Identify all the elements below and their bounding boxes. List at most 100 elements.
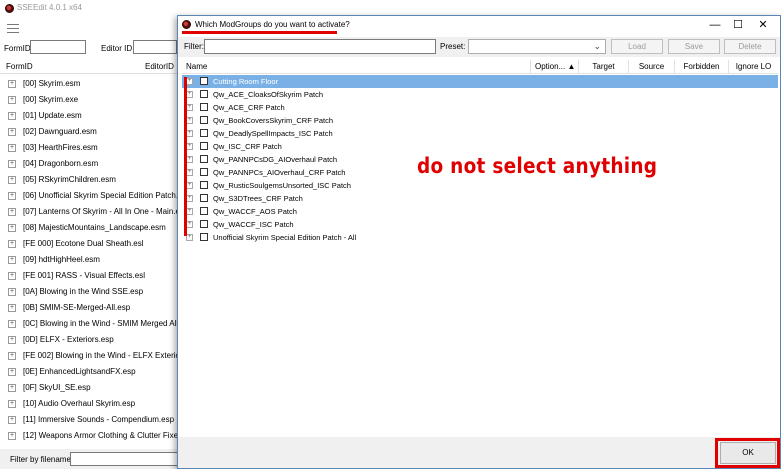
expand-icon[interactable]: + xyxy=(186,78,193,85)
modgroup-row[interactable]: + Qw_ISC_CRF Patch xyxy=(182,140,778,153)
modgroup-row[interactable]: + Unofficial Skyrim Special Edition Patch… xyxy=(182,231,778,244)
preset-select[interactable]: ⌄ xyxy=(468,39,606,54)
close-button[interactable]: ✕ xyxy=(752,18,774,32)
form-id-input[interactable] xyxy=(30,40,86,54)
plugin-tree-row[interactable]: + [12] Weapons Armor Clothing & Clutter F… xyxy=(0,428,200,444)
expand-icon[interactable]: + xyxy=(8,208,16,216)
modgroup-row[interactable]: + Qw_WACCF_ISC Patch xyxy=(182,218,778,231)
plugin-tree-row[interactable]: + [11] Immersive Sounds - Compendium.esp xyxy=(0,412,200,428)
save-button[interactable]: Save xyxy=(668,39,720,54)
plugin-tree-row[interactable]: + [0B] SMIM-SE-Merged-All.esp xyxy=(0,300,200,316)
maximize-button[interactable]: ☐ xyxy=(727,18,749,32)
filename-filter-input[interactable] xyxy=(70,452,180,466)
plugin-tree-row[interactable]: + [0E] EnhancedLightsandFX.esp xyxy=(0,364,200,380)
expand-icon[interactable]: + xyxy=(186,169,193,176)
expand-icon[interactable]: + xyxy=(8,224,16,232)
plugin-tree-row[interactable]: + [0F] SkyUI_SE.esp xyxy=(0,380,200,396)
plugin-tree-row[interactable]: + [0A] Blowing in the Wind SSE.esp xyxy=(0,284,200,300)
plugin-tree-row[interactable]: + [01] Update.esm xyxy=(0,108,200,124)
plugin-tree-row[interactable]: + [0D] ELFX - Exteriors.esp xyxy=(0,332,200,348)
minimize-button[interactable]: — xyxy=(704,18,726,32)
column-formid[interactable]: FormID xyxy=(6,62,33,71)
modgroup-row[interactable]: + Qw_S3DTrees_CRF Patch xyxy=(182,192,778,205)
expand-icon[interactable]: + xyxy=(8,304,16,312)
expand-icon[interactable]: + xyxy=(8,96,16,104)
column-options[interactable]: Option... ▲ xyxy=(530,60,578,74)
expand-icon[interactable]: + xyxy=(8,240,16,248)
modgroup-checkbox[interactable] xyxy=(200,220,208,228)
plugin-tree-row[interactable]: + [00] Skyrim.esm xyxy=(0,76,200,92)
plugin-tree-row[interactable]: + [03] HearthFires.esm xyxy=(0,140,200,156)
modgroup-checkbox[interactable] xyxy=(200,103,208,111)
expand-icon[interactable]: + xyxy=(8,144,16,152)
expand-icon[interactable]: + xyxy=(8,432,16,440)
plugin-tree-row[interactable]: + [07] Lanterns Of Skyrim - All In One - … xyxy=(0,204,200,220)
plugin-tree-row[interactable]: + [08] MajesticMountains_Landscape.esm xyxy=(0,220,200,236)
expand-icon[interactable]: + xyxy=(186,117,193,124)
column-ignore-lo[interactable]: Ignore LO xyxy=(728,60,778,74)
expand-icon[interactable]: + xyxy=(8,160,16,168)
plugin-tree-row[interactable]: + [0C] Blowing in the Wind - SMIM Merged … xyxy=(0,316,200,332)
load-button[interactable]: Load xyxy=(611,39,663,54)
plugin-tree-row[interactable]: + [FE 001] RASS - Visual Effects.esl xyxy=(0,268,200,284)
expand-icon[interactable]: + xyxy=(8,272,16,280)
modgroup-row[interactable]: + Cutting Room Floor xyxy=(182,75,778,88)
modgroup-row[interactable]: + Qw_ACE_CRF Patch xyxy=(182,101,778,114)
modgroup-row[interactable]: + Qw_BookCoversSkyrim_CRF Patch xyxy=(182,114,778,127)
expand-icon[interactable]: + xyxy=(8,336,16,344)
expand-icon[interactable]: + xyxy=(8,400,16,408)
column-forbidden[interactable]: Forbidden xyxy=(674,60,728,74)
expand-icon[interactable]: + xyxy=(186,130,193,137)
modgroup-checkbox[interactable] xyxy=(200,168,208,176)
column-target[interactable]: Target xyxy=(578,60,628,74)
modgroup-checkbox[interactable] xyxy=(200,194,208,202)
plugin-tree-row[interactable]: + [06] Unofficial Skyrim Special Edition … xyxy=(0,188,200,204)
expand-icon[interactable]: + xyxy=(8,416,16,424)
expand-icon[interactable]: + xyxy=(186,104,193,111)
plugin-tree-row[interactable]: + [00] Skyrim.exe xyxy=(0,92,200,108)
plugin-tree-row[interactable]: + [FE 000] Ecotone Dual Sheath.esl xyxy=(0,236,200,252)
plugin-tree-row[interactable]: + [02] Dawnguard.esm xyxy=(0,124,200,140)
modgroup-checkbox[interactable] xyxy=(200,142,208,150)
plugin-tree-row[interactable]: + [05] RSkyrimChildren.esm xyxy=(0,172,200,188)
modgroup-row[interactable]: + Qw_ACE_CloaksOfSkyrim Patch xyxy=(182,88,778,101)
expand-icon[interactable]: + xyxy=(186,182,193,189)
plugin-tree-row[interactable]: + [FE 002] Blowing in the Wind - ELFX Ext… xyxy=(0,348,200,364)
ok-button[interactable]: OK xyxy=(720,442,776,464)
modgroup-row[interactable]: + Qw_RusticSoulgemsUnsorted_ISC Patch xyxy=(182,179,778,192)
expand-icon[interactable]: + xyxy=(8,112,16,120)
delete-button[interactable]: Delete xyxy=(724,39,776,54)
column-source[interactable]: Source xyxy=(628,60,674,74)
expand-icon[interactable]: + xyxy=(186,208,193,215)
expand-icon[interactable]: + xyxy=(186,143,193,150)
menu-icon[interactable] xyxy=(7,24,19,34)
expand-icon[interactable]: + xyxy=(8,192,16,200)
plugin-tree-row[interactable]: + [10] Audio Overhaul Skyrim.esp xyxy=(0,396,200,412)
modgroup-row[interactable]: + Qw_DeadlySpellImpacts_ISC Patch xyxy=(182,127,778,140)
modgroup-checkbox[interactable] xyxy=(200,90,208,98)
expand-icon[interactable]: + xyxy=(186,91,193,98)
expand-icon[interactable]: + xyxy=(8,352,16,360)
expand-icon[interactable]: + xyxy=(8,128,16,136)
column-editorid[interactable]: EditorID xyxy=(145,62,174,71)
expand-icon[interactable]: + xyxy=(8,384,16,392)
modgroup-checkbox[interactable] xyxy=(200,77,208,85)
plugin-tree-row[interactable]: + [04] Dragonborn.esm xyxy=(0,156,200,172)
filter-input[interactable] xyxy=(204,39,436,54)
expand-icon[interactable]: + xyxy=(8,176,16,184)
modgroup-checkbox[interactable] xyxy=(200,116,208,124)
plugin-tree-row[interactable]: + [09] hdtHighHeel.esm xyxy=(0,252,200,268)
expand-icon[interactable]: + xyxy=(186,234,193,241)
modgroup-checkbox[interactable] xyxy=(200,233,208,241)
editor-id-input[interactable] xyxy=(133,40,177,54)
modgroup-checkbox[interactable] xyxy=(200,155,208,163)
expand-icon[interactable]: + xyxy=(186,156,193,163)
expand-icon[interactable]: + xyxy=(8,320,16,328)
expand-icon[interactable]: + xyxy=(8,256,16,264)
modgroup-row[interactable]: + Qw_WACCF_AOS Patch xyxy=(182,205,778,218)
column-name[interactable]: Name xyxy=(182,60,530,74)
expand-icon[interactable]: + xyxy=(186,195,193,202)
expand-icon[interactable]: + xyxy=(8,288,16,296)
modgroup-checkbox[interactable] xyxy=(200,181,208,189)
expand-icon[interactable]: + xyxy=(8,368,16,376)
